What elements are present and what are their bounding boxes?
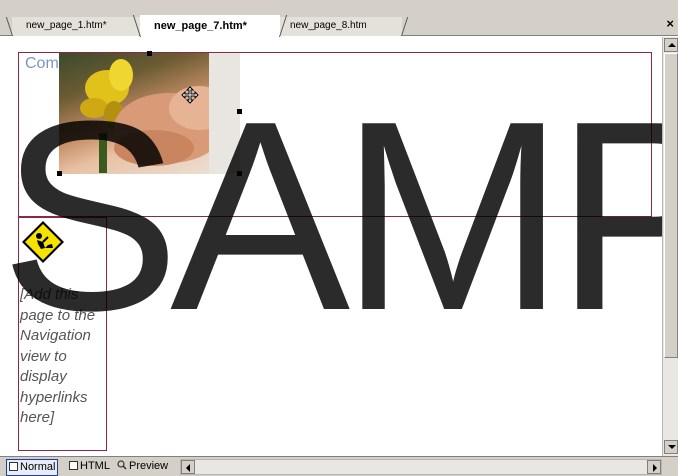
view-tab-label: HTML — [80, 460, 110, 472]
tab-label: new_page_1.htm* — [26, 20, 107, 31]
tab-new-page-7[interactable]: new_page_7.htm* — [132, 15, 288, 37]
construction-sign-icon — [21, 220, 65, 264]
arrow-right-icon — [653, 464, 657, 472]
scroll-down-button[interactable] — [664, 440, 678, 454]
normal-view-icon — [9, 462, 18, 471]
view-tab-label: Normal — [20, 461, 56, 473]
tab-normal-view[interactable]: Normal — [6, 459, 59, 476]
scroll-left-button[interactable] — [181, 460, 195, 474]
navigation-placeholder-text: [Add this page to the Navigation view to… — [20, 286, 96, 426]
scroll-right-button[interactable] — [647, 460, 661, 474]
tab-html-view[interactable]: HTML — [67, 459, 112, 476]
tab-new-page-8[interactable]: new_page_8.htm — [269, 17, 409, 36]
arrow-left-icon — [186, 464, 190, 472]
scroll-up-button[interactable] — [664, 38, 678, 52]
preview-view-icon — [117, 460, 127, 470]
move-cursor-icon — [181, 86, 199, 104]
arrow-down-icon — [668, 445, 676, 449]
tab-preview-view[interactable]: Preview — [115, 459, 170, 476]
html-view-icon — [69, 461, 78, 470]
arrow-up-icon — [668, 43, 676, 47]
flowers-photo-art — [80, 53, 240, 174]
tab-new-page-1[interactable]: new_page_1.htm* — [5, 17, 147, 36]
tab-label: new_page_8.htm — [290, 20, 367, 31]
vertical-scrollbar[interactable] — [662, 37, 678, 456]
document-tab-strip: new_page_1.htm* new_page_8.htm new_page_… — [0, 0, 678, 37]
page-editor[interactable]: Com [Add this page to the Navigation vie… — [0, 37, 662, 456]
scroll-thumb[interactable] — [664, 53, 678, 358]
tab-label: new_page_7.htm* — [154, 20, 247, 32]
comp-text: Com — [25, 55, 59, 72]
view-tab-label: Preview — [129, 460, 169, 472]
selected-photo[interactable] — [59, 53, 240, 174]
close-document-button[interactable]: × — [666, 16, 674, 31]
horizontal-scrollbar[interactable] — [180, 459, 662, 475]
view-bar: Normal HTML Preview — [0, 456, 678, 476]
